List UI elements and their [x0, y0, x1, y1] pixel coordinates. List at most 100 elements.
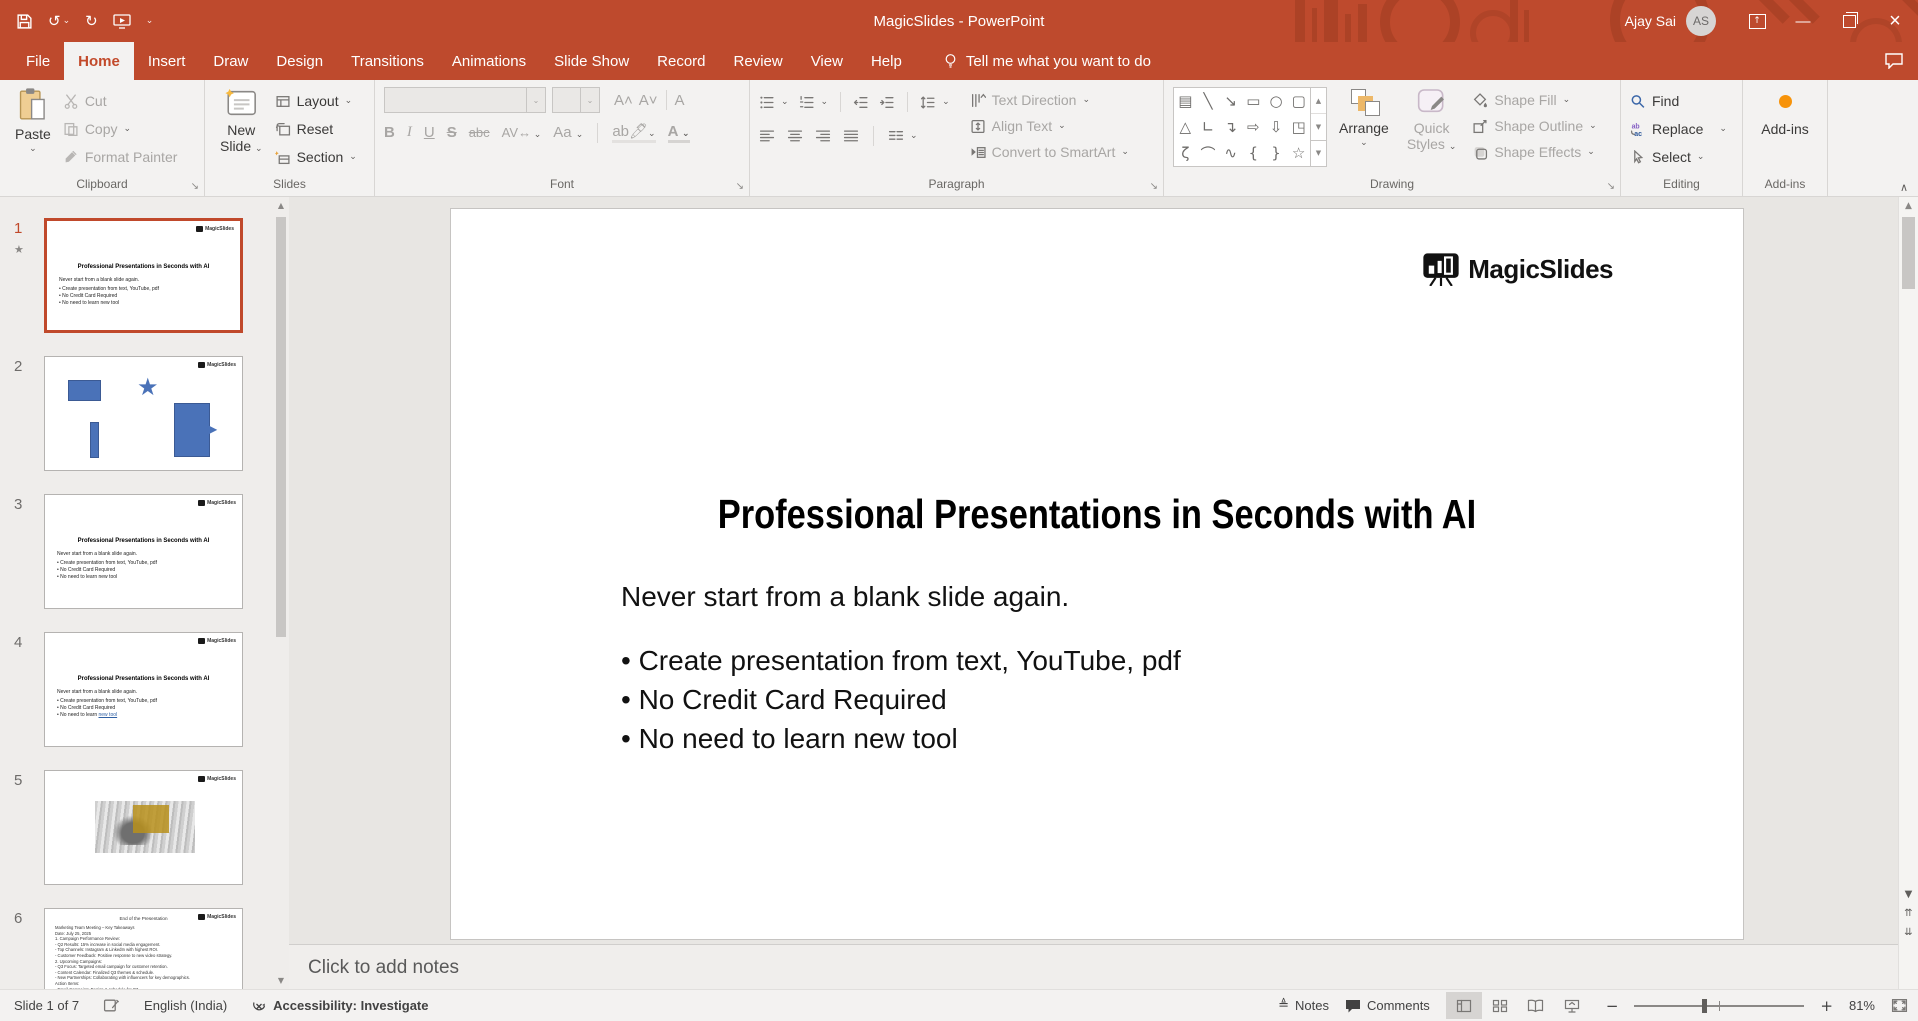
tab-review[interactable]: Review	[720, 42, 797, 80]
strikethrough-button[interactable]: abc	[469, 125, 490, 140]
bullets-button[interactable]: ⌄	[759, 89, 789, 115]
redo-button[interactable]: ↻	[85, 12, 98, 30]
zoom-in-button[interactable]: +	[1820, 997, 1833, 1015]
shape-triangle-icon[interactable]: △	[1174, 114, 1197, 140]
shape-snip-rectangle-icon[interactable]: ◳	[1287, 114, 1310, 140]
notes-toggle-button[interactable]: ≜ Notes	[1278, 998, 1329, 1013]
thumb-scroll-up-icon[interactable]: ▲	[278, 199, 284, 213]
convert-to-smartart-button[interactable]: Convert to SmartArt⌄	[970, 139, 1129, 165]
font-dialog-launcher[interactable]: ↘	[736, 177, 744, 197]
zoom-level[interactable]: 81%	[1849, 998, 1875, 1013]
avatar[interactable]: AS	[1686, 6, 1716, 36]
accessibility-button[interactable]: Accessibility: Investigate	[251, 998, 428, 1014]
fit-slide-button[interactable]	[1891, 998, 1908, 1013]
previous-slide-button[interactable]: ⇈	[1904, 908, 1912, 919]
thumb-scrollbar-thumb[interactable]	[276, 217, 286, 637]
slideshow-view-button[interactable]	[1554, 992, 1590, 1019]
underline-button[interactable]: U	[424, 124, 435, 141]
replace-button[interactable]: abac Replace⌄	[1630, 115, 1727, 143]
shape-outline-button[interactable]: Shape Outline⌄	[1472, 113, 1596, 139]
align-center-button[interactable]	[787, 129, 803, 144]
tab-design[interactable]: Design	[262, 42, 337, 80]
tab-slide-show[interactable]: Slide Show	[540, 42, 643, 80]
text-direction-button[interactable]: Text Direction⌄	[970, 87, 1129, 113]
slide-canvas[interactable]: MagicSlides Professional Presentations i…	[450, 208, 1744, 940]
quick-styles-button[interactable]: QuickStyles ⌄	[1401, 87, 1463, 152]
shape-oval-icon[interactable]: ○	[1265, 88, 1288, 114]
slide-sorter-view-button[interactable]	[1482, 992, 1518, 1019]
columns-button[interactable]: ⌄	[888, 123, 918, 149]
tab-draw[interactable]: Draw	[199, 42, 262, 80]
slide-4-thumbnail[interactable]: MagicSlides Professional Presentations i…	[44, 632, 243, 747]
format-painter-button[interactable]: Format Painter	[63, 143, 178, 171]
gallery-more-button[interactable]: ▼	[1311, 140, 1326, 166]
shape-star-icon[interactable]: ☆	[1287, 140, 1310, 166]
shape-elbow-connector-icon[interactable]: ∟	[1197, 114, 1220, 140]
drawing-dialog-launcher[interactable]: ↘	[1607, 177, 1615, 197]
layout-button[interactable]: Layout⌄	[275, 87, 357, 115]
editor-scrollbar-thumb[interactable]	[1902, 217, 1915, 289]
highlight-color-button[interactable]: ab🖊⌄	[612, 122, 655, 143]
normal-view-button[interactable]	[1446, 992, 1482, 1019]
zoom-slider-thumb[interactable]	[1702, 999, 1707, 1013]
shape-down-arrow-icon[interactable]: ⇩	[1265, 114, 1288, 140]
tab-home[interactable]: Home	[64, 42, 134, 80]
justify-button[interactable]	[843, 129, 859, 144]
shape-rounded-rectangle-icon[interactable]: ▢	[1287, 88, 1310, 114]
tab-view[interactable]: View	[797, 42, 857, 80]
character-spacing-button[interactable]: AV↔ ⌄	[502, 125, 542, 140]
ribbon-display-options-button[interactable]: ↑	[1734, 0, 1780, 42]
notes-pane[interactable]: Click to add notes	[289, 944, 1899, 990]
zoom-out-button[interactable]: −	[1606, 997, 1619, 1015]
reading-view-button[interactable]	[1518, 992, 1554, 1019]
shape-right-brace-icon[interactable]: }	[1265, 140, 1288, 166]
addins-button[interactable]: Add-ins	[1755, 87, 1814, 137]
grow-font-button[interactable]: A˄	[614, 92, 633, 109]
clipboard-dialog-launcher[interactable]: ↘	[191, 177, 199, 197]
shape-arc-icon[interactable]: ⌒	[1197, 140, 1220, 166]
shape-arrow-icon[interactable]: ↘	[1219, 88, 1242, 114]
save-button[interactable]	[16, 13, 33, 30]
font-color-button[interactable]: A ⌄	[668, 123, 690, 143]
shape-left-brace-icon[interactable]: {	[1242, 140, 1265, 166]
copy-button[interactable]: Copy ⌄	[63, 115, 178, 143]
tab-transitions[interactable]: Transitions	[337, 42, 438, 80]
text-shadow-button[interactable]: S	[447, 124, 457, 141]
cut-button[interactable]: Cut	[63, 87, 178, 115]
share-comment-icon[interactable]	[1884, 52, 1904, 74]
undo-chevron-icon[interactable]: ⌄	[63, 16, 71, 26]
editor-scrollbar[interactable]: ▲ ▼ ⇈ ⇊	[1898, 197, 1918, 990]
proofing-status-button[interactable]	[103, 998, 120, 1013]
shape-elbow-arrow-icon[interactable]: ↴	[1219, 114, 1242, 140]
slide-6-thumbnail[interactable]: MagicSlides End of the Presentation Mark…	[44, 908, 243, 990]
customize-qat-button[interactable]: ⌄	[146, 16, 154, 26]
slide-bullets[interactable]: • Create presentation from text, YouTube…	[621, 641, 1181, 758]
clear-formatting-button[interactable]: A	[675, 92, 685, 109]
shape-effects-button[interactable]: Shape Effects⌄	[1472, 139, 1596, 165]
thumb-scroll-down-icon[interactable]: ▼	[278, 974, 284, 988]
language-button[interactable]: English (India)	[144, 998, 227, 1013]
start-slideshow-button[interactable]	[113, 13, 131, 29]
shrink-font-button[interactable]: A˅	[639, 92, 658, 109]
numbering-button[interactable]: ⌄	[799, 89, 829, 115]
collapse-ribbon-button[interactable]: ∧	[1900, 181, 1908, 194]
slide-3-thumbnail[interactable]: MagicSlides Professional Presentations i…	[44, 494, 243, 609]
undo-button[interactable]: ↺⌄	[48, 12, 70, 30]
slide-2-thumbnail[interactable]: MagicSlides ★ ▶	[44, 356, 243, 471]
bold-button[interactable]: B	[384, 124, 395, 141]
next-slide-button[interactable]: ⇊	[1904, 927, 1912, 938]
shape-curve-icon[interactable]: ∿	[1219, 140, 1242, 166]
paste-button[interactable]: Paste ⌄	[9, 87, 57, 153]
line-spacing-button[interactable]: ⌄	[920, 89, 950, 115]
arrange-button[interactable]: Arrange ⌄	[1333, 87, 1395, 147]
new-slide-button[interactable]: NewSlide ⌄	[214, 87, 269, 154]
tab-file[interactable]: File	[12, 42, 64, 80]
align-left-button[interactable]	[759, 129, 775, 144]
slide-title[interactable]: Professional Presentations in Seconds wi…	[554, 491, 1639, 538]
tab-insert[interactable]: Insert	[134, 42, 200, 80]
align-text-button[interactable]: Align Text⌄	[970, 113, 1129, 139]
tab-animations[interactable]: Animations	[438, 42, 540, 80]
shape-textbox-icon[interactable]: ▤	[1174, 88, 1197, 114]
slide-5-thumbnail[interactable]: MagicSlides	[44, 770, 243, 885]
reset-button[interactable]: Reset	[275, 115, 357, 143]
